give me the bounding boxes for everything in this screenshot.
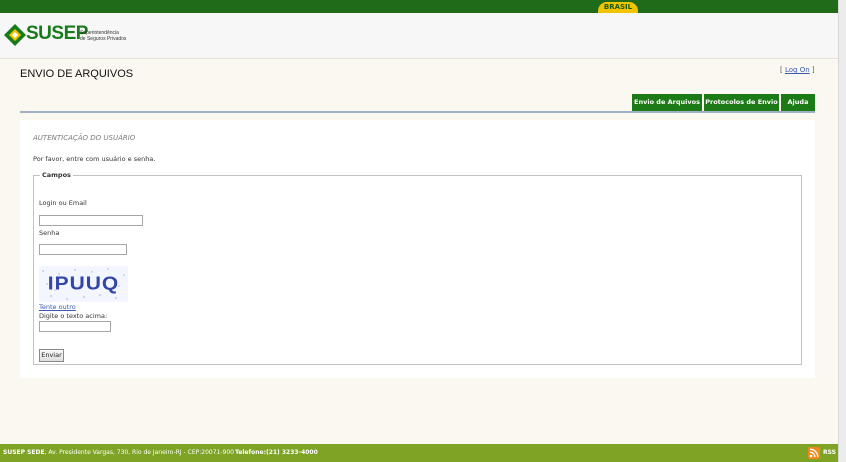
campos-legend: Campos bbox=[42, 171, 71, 179]
password-input[interactable] bbox=[39, 244, 127, 255]
captcha-input[interactable] bbox=[39, 321, 111, 332]
footer-address: SUSEP SEDE, Av. Presidente Vargas, 730, … bbox=[3, 444, 234, 462]
login-input[interactable] bbox=[39, 215, 143, 226]
submit-button[interactable]: Enviar bbox=[39, 349, 64, 362]
brasil-link[interactable]: BRASIL bbox=[598, 2, 638, 13]
tab-ajuda[interactable]: Ajuda bbox=[781, 94, 815, 111]
logo-subtitle: Superintendência de Seguros Privados bbox=[80, 30, 127, 42]
rss-icon[interactable] bbox=[808, 447, 820, 459]
footer-phone: Telefone:(21) 3233-4000 bbox=[235, 449, 318, 456]
login-label: Login ou Email bbox=[39, 199, 87, 207]
main-tabs: Envio de Arquivos Protocolos de Envio Aj… bbox=[0, 94, 838, 111]
campos-fieldset: Campos Login ou Email Senha IPUUQ Tente … bbox=[33, 171, 802, 365]
footer-address-text: , Av. Presidente Vargas, 730, Rio de Jan… bbox=[44, 449, 234, 456]
government-bar: BRASIL bbox=[0, 0, 838, 13]
captcha-prompt: Digite o texto acima: bbox=[39, 312, 108, 320]
captcha-retry-link[interactable]: Tente outro bbox=[39, 303, 76, 311]
logon-link[interactable]: Log On bbox=[785, 66, 810, 74]
susep-diamond-icon bbox=[4, 24, 26, 46]
site-header: SUSEP Superintendência de Seguros Privad… bbox=[0, 13, 838, 59]
login-panel: AUTENTICAÇÃO DO USUÁRIO Por favor, entre… bbox=[20, 120, 815, 378]
vertical-scrollbar[interactable] bbox=[838, 0, 846, 462]
auth-title: AUTENTICAÇÃO DO USUÁRIO bbox=[33, 134, 136, 142]
logon-area: [ Log On ] bbox=[780, 66, 815, 74]
logo-name: SUSEP bbox=[26, 23, 88, 44]
tab-protocolos-de-envio[interactable]: Protocolos de Envio bbox=[704, 94, 779, 111]
rss-label[interactable]: RSS bbox=[823, 444, 836, 462]
page-title: ENVIO DE ARQUIVOS bbox=[20, 68, 134, 80]
susep-logo[interactable]: SUSEP Superintendência de Seguros Privad… bbox=[4, 23, 134, 51]
tab-divider bbox=[20, 111, 815, 113]
auth-intro: Por favor, entre com usuário e senha. bbox=[33, 155, 156, 163]
footer-sede: SUSEP SEDE bbox=[3, 449, 45, 456]
password-label: Senha bbox=[39, 229, 60, 237]
captcha-image: IPUUQ bbox=[39, 266, 128, 302]
tab-envio-de-arquivos[interactable]: Envio de Arquivos bbox=[632, 94, 702, 111]
logon-bracket-close: ] bbox=[809, 66, 815, 74]
site-footer: SUSEP SEDE, Av. Presidente Vargas, 730, … bbox=[0, 444, 838, 462]
captcha-text: IPUUQ bbox=[47, 273, 120, 294]
